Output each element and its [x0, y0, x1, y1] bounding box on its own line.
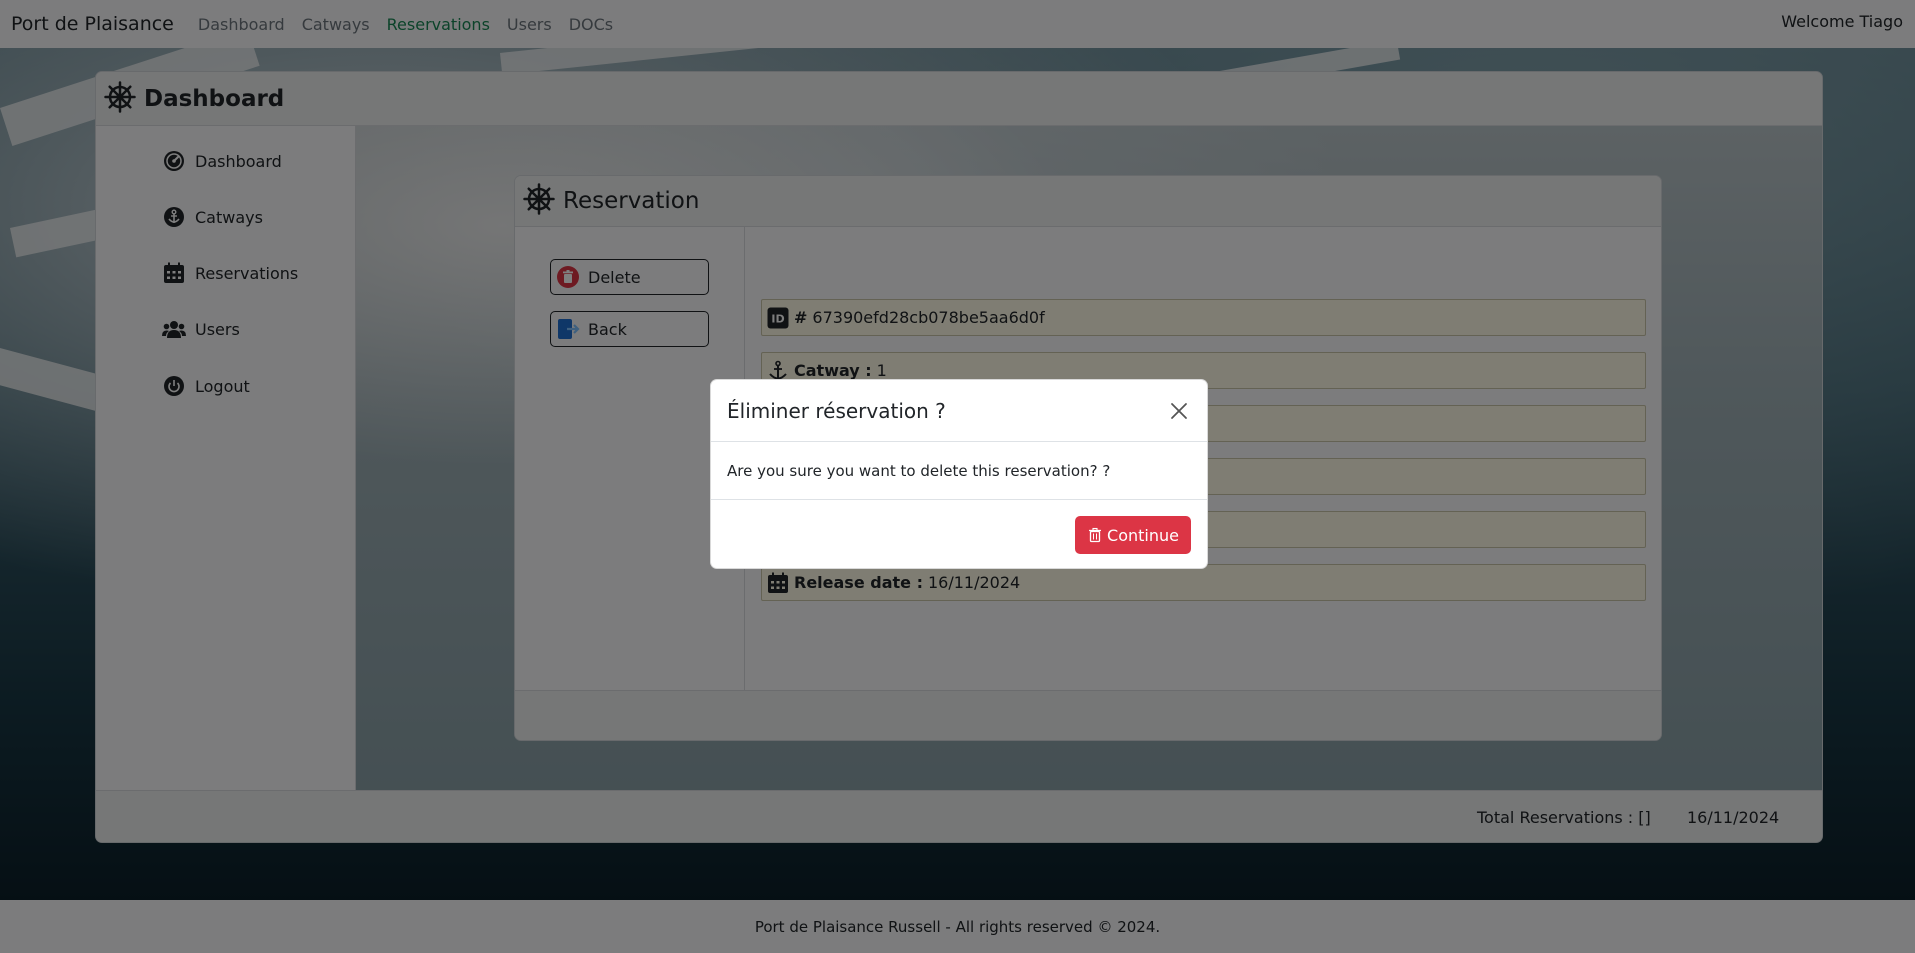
close-icon[interactable]: [1167, 399, 1191, 423]
trash-icon: [1087, 527, 1103, 543]
modal-title: Éliminer réservation ?: [727, 398, 946, 423]
modal-footer: Continue: [711, 500, 1207, 568]
delete-confirm-modal: Éliminer réservation ? Are you sure you …: [710, 379, 1208, 569]
modal-body: Are you sure you want to delete this res…: [711, 442, 1207, 500]
modal-message: Are you sure you want to delete this res…: [727, 461, 1111, 480]
continue-button-label: Continue: [1107, 525, 1179, 545]
modal-header: Éliminer réservation ?: [711, 380, 1207, 442]
continue-button[interactable]: Continue: [1075, 516, 1191, 554]
